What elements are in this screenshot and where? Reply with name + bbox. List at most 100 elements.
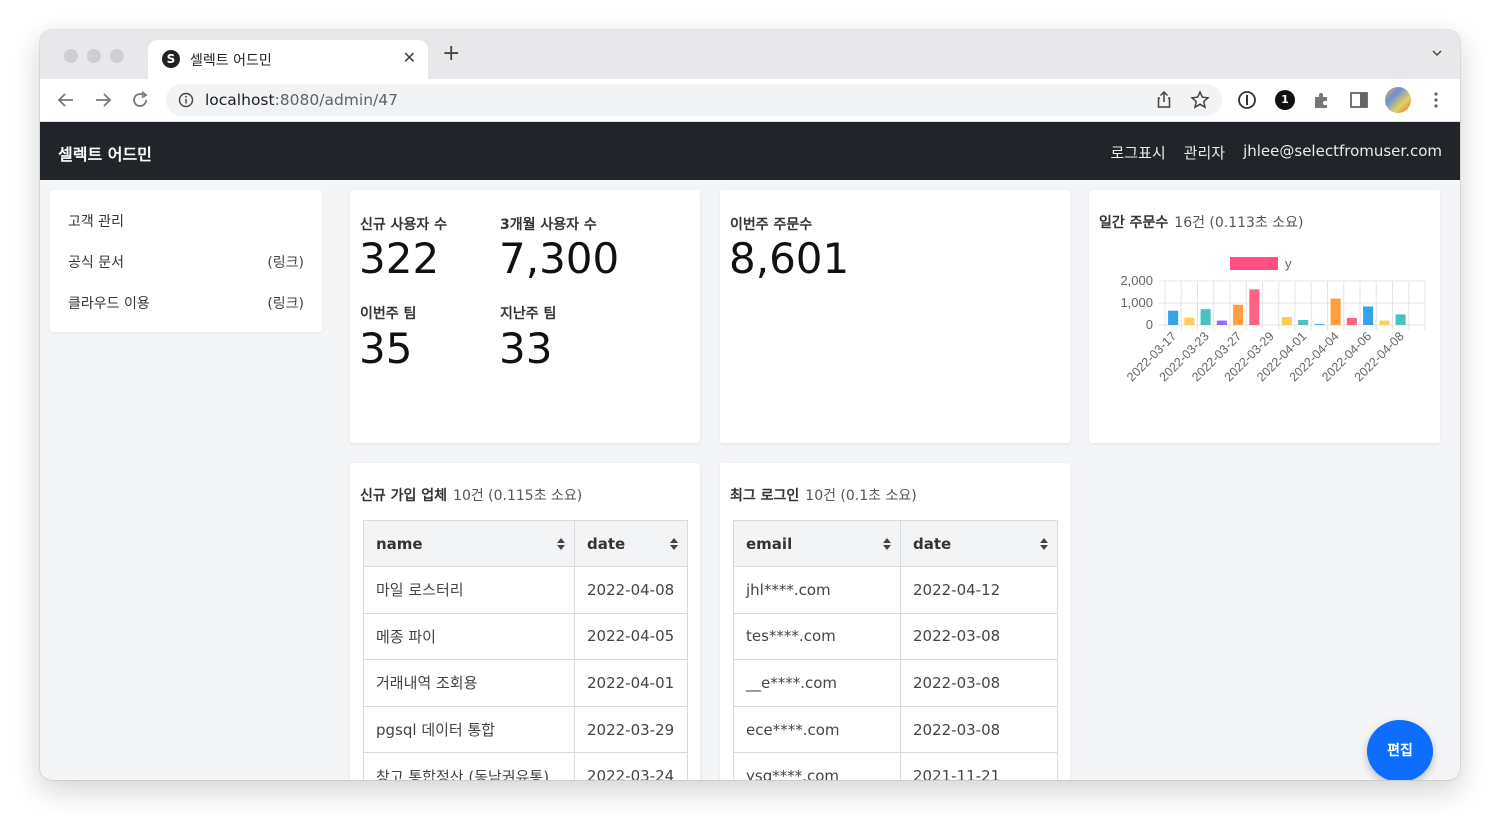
table-row[interactable]: pgsql 데이터 통합 2022-03-29 xyxy=(363,705,688,754)
column-header-label: email xyxy=(746,534,793,553)
table-row[interactable]: ysg****.com 2021-11-21 xyxy=(733,752,1058,780)
last-week-team-label: 지난주 팀 xyxy=(500,306,557,322)
legend-label: y xyxy=(1285,256,1292,271)
back-arrow-icon[interactable] xyxy=(54,88,78,112)
signups-title: 신규 가입 업체 xyxy=(360,488,448,504)
table-row[interactable]: 마일 로스터리 2022-04-08 xyxy=(363,566,688,614)
table-cell: 창고 통합정산 (동남권유통) xyxy=(363,752,575,780)
share-icon[interactable] xyxy=(1154,90,1174,110)
table-cell: 2022-03-08 xyxy=(900,612,1058,661)
column-header-date[interactable]: date xyxy=(900,520,1058,567)
sidebar-link[interactable]: (링크) xyxy=(267,252,304,272)
table-row[interactable]: ece****.com 2022-03-08 xyxy=(733,705,1058,754)
tab-search-chevron-icon[interactable] xyxy=(1432,48,1442,58)
column-header-email[interactable]: email xyxy=(733,520,901,567)
table-row[interactable]: 창고 통합정산 (동남권유통) 2022-03-24 xyxy=(363,752,688,780)
browser-tab[interactable]: S 셀렉트 어드민 ✕ xyxy=(148,40,428,79)
new-users-label: 신규 사용자 수 xyxy=(360,217,448,233)
column-header-label: name xyxy=(376,534,423,553)
sidebar-link[interactable]: (링크) xyxy=(267,293,304,313)
chart-bar xyxy=(1281,317,1292,325)
signups-heading: 신규 가입 업체 10건 (0.115초 소요) xyxy=(360,485,582,505)
tab-bar: S 셀렉트 어드민 ✕ + xyxy=(40,30,1460,79)
three-month-users-value: 7,300 xyxy=(499,234,620,283)
table-cell: 2021-11-21 xyxy=(900,752,1058,780)
this-week-team-value: 35 xyxy=(359,324,413,373)
table-cell: 2022-03-08 xyxy=(900,659,1058,707)
daily-orders-card: 일간 주문수 16건 (0.113초 소요) y 0 1,000 2,000 2022-0… xyxy=(1089,190,1440,443)
column-header-name[interactable]: name xyxy=(363,520,575,567)
main-content: 고객 관리 공식 문서 (링크) 클라우드 이용 (링크) 신규 사용자 수 3… xyxy=(40,180,1460,780)
side-panel-icon[interactable] xyxy=(1348,89,1370,111)
logins-heading: 최그 로그인 10건 (0.1초 소요) xyxy=(730,485,917,505)
url-text: localhost:8080/admin/47 xyxy=(205,91,398,109)
table-cell: ece****.com xyxy=(733,705,901,754)
close-window-dot[interactable] xyxy=(64,49,78,63)
minimize-window-dot[interactable] xyxy=(87,49,101,63)
address-bar[interactable]: localhost:8080/admin/47 xyxy=(166,84,1222,116)
app-header: 셀렉트 어드민 로그표시 관리자 jhlee@selectfromuser.co… xyxy=(40,122,1460,180)
user-stats-card: 신규 사용자 수 322 3개월 사용자 수 7,300 이번주 팀 35 지난… xyxy=(350,190,700,443)
column-header-label: date xyxy=(587,534,626,553)
chart-bar xyxy=(1233,304,1244,325)
sort-icon[interactable] xyxy=(882,536,892,552)
chart-bar xyxy=(1168,310,1179,325)
sort-icon[interactable] xyxy=(556,536,566,552)
site-info-icon[interactable] xyxy=(178,92,194,108)
profile-avatar[interactable] xyxy=(1385,87,1411,113)
browser-window: S 셀렉트 어드민 ✕ + localhost:8080/admin/47 1 … xyxy=(40,30,1460,780)
table-cell: 2022-03-08 xyxy=(900,705,1058,754)
sidebar-item-customers[interactable]: 고객 관리 xyxy=(68,211,304,231)
app-brand[interactable]: 셀렉트 어드민 xyxy=(58,141,152,165)
column-header-date[interactable]: date xyxy=(574,520,688,567)
tab-close-icon[interactable]: ✕ xyxy=(403,48,416,67)
table-row[interactable]: __e****.com 2022-03-08 xyxy=(733,659,1058,707)
table-cell: 거래내역 조회용 xyxy=(363,659,575,707)
table-cell: tes****.com xyxy=(733,612,901,661)
extension-badge-icon[interactable]: 1 xyxy=(1275,90,1295,110)
last-week-team-value: 33 xyxy=(499,324,553,373)
sort-icon[interactable] xyxy=(669,536,679,552)
forward-arrow-icon[interactable] xyxy=(91,88,115,112)
daily-orders-chart: y01,0002,0002022-03-172022-03-232022-03-… xyxy=(1120,256,1426,384)
new-users-value: 322 xyxy=(359,234,440,283)
reload-icon[interactable] xyxy=(128,88,152,112)
extensions-puzzle-icon[interactable] xyxy=(1311,89,1333,111)
bookmark-star-icon[interactable] xyxy=(1190,90,1210,110)
sidebar-item-docs[interactable]: 공식 문서 (링크) xyxy=(68,252,304,272)
table-row[interactable]: 메종 파이 2022-04-05 xyxy=(363,612,688,661)
new-tab-icon[interactable]: + xyxy=(442,43,460,65)
legend-swatch xyxy=(1230,257,1278,270)
table-row[interactable]: jhl****.com 2022-04-12 xyxy=(733,566,1058,614)
table-cell: 2022-04-12 xyxy=(900,566,1058,614)
table-cell: 2022-04-01 xyxy=(574,659,688,707)
nav-admin[interactable]: 관리자 xyxy=(1184,142,1225,163)
chart-bar xyxy=(1346,317,1357,325)
nav-log-display[interactable]: 로그표시 xyxy=(1110,142,1165,163)
password-manager-icon[interactable] xyxy=(1236,89,1258,111)
logins-title: 최그 로그인 xyxy=(730,488,800,504)
chart-bar xyxy=(1216,320,1227,325)
column-header-label: date xyxy=(913,534,952,553)
table-cell: 마일 로스터리 xyxy=(363,566,575,614)
chart-bar xyxy=(1298,319,1309,325)
browser-menu-icon[interactable] xyxy=(1425,89,1447,111)
table-cell: 2022-04-05 xyxy=(574,612,688,661)
sort-icon[interactable] xyxy=(1039,536,1049,552)
nav-user-email[interactable]: jhlee@selectfromuser.com xyxy=(1243,142,1442,163)
logins-meta: 10건 (0.1초 소요) xyxy=(805,488,917,504)
table-cell: __e****.com xyxy=(733,659,901,707)
table-row[interactable]: 거래내역 조회용 2022-04-01 xyxy=(363,659,688,707)
y-tick-label: 1,000 xyxy=(1120,295,1153,310)
browser-toolbar: localhost:8080/admin/47 1 xyxy=(40,79,1460,122)
sidebar-item-label: 고객 관리 xyxy=(68,214,124,230)
sidebar-item-cloud[interactable]: 클라우드 이용 (링크) xyxy=(68,293,304,313)
maximize-window-dot[interactable] xyxy=(110,49,124,63)
chart-bar xyxy=(1184,317,1195,325)
chart-bar xyxy=(1330,298,1341,325)
weekly-orders-value: 8,601 xyxy=(729,234,850,283)
sidebar-item-label: 클라우드 이용 xyxy=(68,296,150,312)
chart-bar xyxy=(1395,314,1406,325)
table-row[interactable]: tes****.com 2022-03-08 xyxy=(733,612,1058,661)
edit-fab-button[interactable]: 편집 xyxy=(1367,720,1433,780)
